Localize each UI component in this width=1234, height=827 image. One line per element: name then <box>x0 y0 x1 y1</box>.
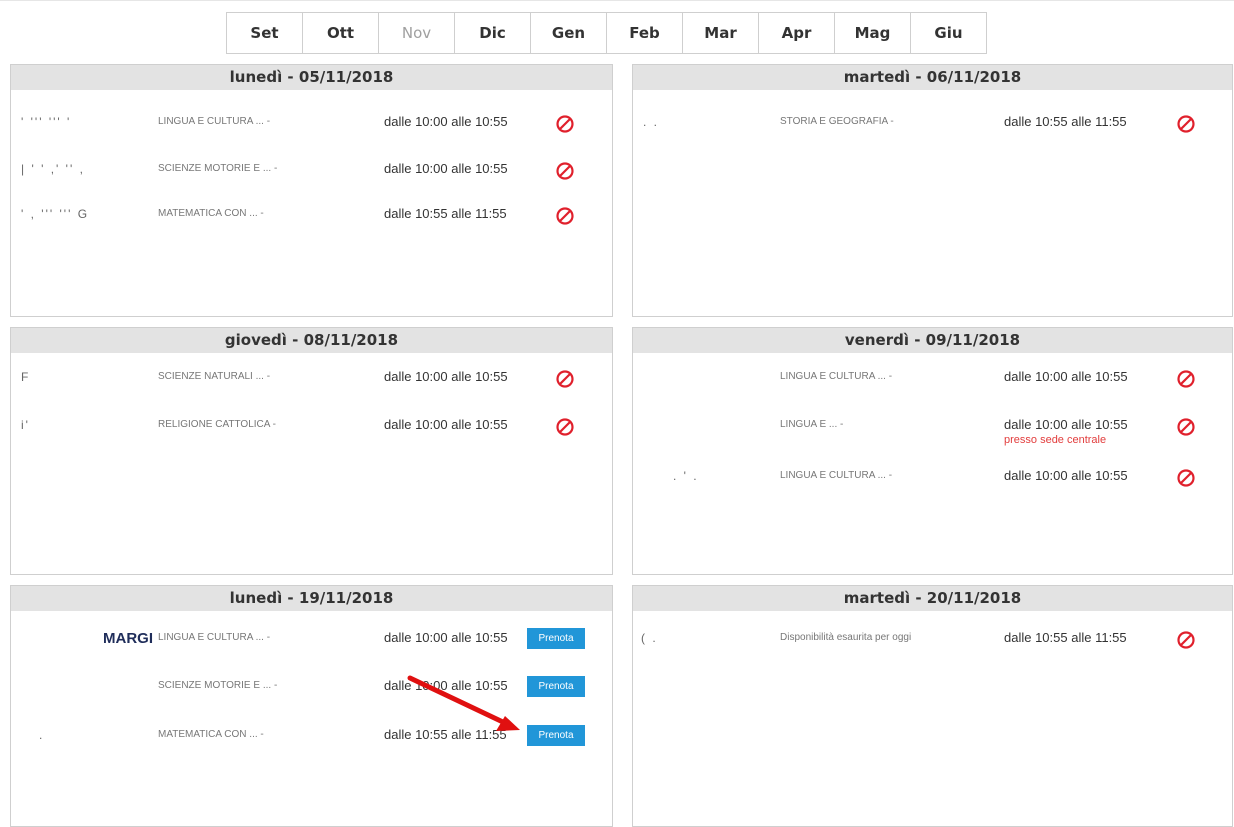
unavailable-icon <box>556 162 574 180</box>
subject-label: LINGUA E CULTURA ... - <box>158 632 271 643</box>
subject-label: MATEMATICA CON ... - <box>158 208 264 219</box>
lesson-slot: . MATEMATICA CON ... - dalle 10:55 alle … <box>11 725 612 768</box>
unavailable-icon <box>1177 469 1195 487</box>
teacher-name: . . <box>643 115 660 129</box>
unavailable-icon <box>1177 370 1195 388</box>
time-range: dalle 10:00 alle 10:55 <box>1004 468 1128 483</box>
time-range: dalle 10:00 alle 10:55 <box>384 630 508 645</box>
month-selector: Set Ott Nov Dic Gen Feb Mar Apr Mag Giu <box>226 12 987 56</box>
lesson-slot: F SCIENZE NATURALI ... - dalle 10:00 all… <box>11 369 612 410</box>
time-range: dalle 10:00 alle 10:55 <box>384 369 508 384</box>
lesson-slot: ' ''' ''' ' LINGUA E CULTURA ... - dalle… <box>11 114 612 155</box>
time-range: dalle 10:55 alle 11:55 <box>1004 114 1127 129</box>
teacher-name: F <box>21 370 31 384</box>
subject-label: RELIGIONE CATTOLICA - <box>158 419 276 430</box>
teacher-name: . <box>39 728 45 742</box>
lesson-slot: . . STORIA E GEOGRAFIA - dalle 10:55 all… <box>633 114 1232 155</box>
availability-message: Disponibilità esaurita per oggi <box>780 632 912 643</box>
teacher-name: MARGI <box>103 630 153 647</box>
lesson-slot: ( . Disponibilità esaurita per oggi dall… <box>633 630 1232 671</box>
subject-label: SCIENZE NATURALI ... - <box>158 371 271 382</box>
time-range: dalle 10:55 alle 11:55 <box>384 206 507 221</box>
teacher-name: ' ''' ''' ' <box>21 115 72 129</box>
month-tab-ott[interactable]: Ott <box>302 12 379 54</box>
day-header: giovedì - 08/11/2018 <box>11 328 612 353</box>
teacher-name: ' , ''' ''' G <box>21 207 90 221</box>
month-tab-dic[interactable]: Dic <box>454 12 531 54</box>
time-range: dalle 10:55 alle 11:55 <box>384 727 507 742</box>
lesson-slot: SCIENZE MOTORIE E ... - dalle 10:00 alle… <box>11 676 612 719</box>
month-tab-mag[interactable]: Mag <box>834 12 911 54</box>
book-button[interactable]: Prenota <box>527 628 585 649</box>
day-header: lunedì - 05/11/2018 <box>11 65 612 90</box>
time-range: dalle 10:00 alle 10:55 <box>1004 417 1128 432</box>
month-tab-apr[interactable]: Apr <box>758 12 835 54</box>
day-card: venerdì - 09/11/2018 LINGUA E CULTURA ..… <box>632 327 1233 575</box>
lesson-slot: ' , ''' ''' G MATEMATICA CON ... - dalle… <box>11 206 612 247</box>
month-tab-set[interactable]: Set <box>226 12 303 54</box>
top-divider <box>0 0 1234 1</box>
subject-label: LINGUA E CULTURA ... - <box>780 470 893 481</box>
teacher-name: | ' ' ,' '' , <box>21 162 85 176</box>
month-tab-mar[interactable]: Mar <box>682 12 759 54</box>
teacher-name: . ' . <box>673 469 699 483</box>
book-button[interactable]: Prenota <box>527 676 585 697</box>
lesson-slot: LINGUA E CULTURA ... - dalle 10:00 alle … <box>633 369 1232 410</box>
month-tab-feb[interactable]: Feb <box>606 12 683 54</box>
lesson-slot: . ' . LINGUA E CULTURA ... - dalle 10:00… <box>633 468 1232 509</box>
day-card: martedì - 20/11/2018 ( . Disponibilità e… <box>632 585 1233 827</box>
unavailable-icon <box>556 115 574 133</box>
subject-label: SCIENZE MOTORIE E ... - <box>158 163 278 174</box>
subject-label: LINGUA E CULTURA ... - <box>780 371 893 382</box>
teacher-name: ( . <box>641 631 658 645</box>
time-range: dalle 10:00 alle 10:55 <box>384 114 508 129</box>
month-tab-gen[interactable]: Gen <box>530 12 607 54</box>
day-header: martedì - 06/11/2018 <box>633 65 1232 90</box>
time-range: dalle 10:00 alle 10:55 <box>384 678 508 693</box>
subject-label: LINGUA E ... - <box>780 419 844 430</box>
unavailable-icon <box>1177 418 1195 436</box>
day-header: martedì - 20/11/2018 <box>633 586 1232 611</box>
month-tab-nov[interactable]: Nov <box>378 12 455 54</box>
subject-label: STORIA E GEOGRAFIA - <box>780 116 894 127</box>
time-range: dalle 10:00 alle 10:55 <box>1004 369 1128 384</box>
month-tab-giu[interactable]: Giu <box>910 12 987 54</box>
teacher-name: i' <box>21 418 30 432</box>
day-card: martedì - 06/11/2018 . . STORIA E GEOGRA… <box>632 64 1233 317</box>
location-note: presso sede centrale <box>1004 434 1107 446</box>
unavailable-icon <box>1177 631 1195 649</box>
day-card: giovedì - 08/11/2018 F SCIENZE NATURALI … <box>10 327 613 575</box>
unavailable-icon <box>556 418 574 436</box>
unavailable-icon <box>556 207 574 225</box>
unavailable-icon <box>1177 115 1195 133</box>
lesson-slot: | ' ' ,' '' , SCIENZE MOTORIE E ... - da… <box>11 161 612 202</box>
subject-label: MATEMATICA CON ... - <box>158 729 264 740</box>
time-range: dalle 10:00 alle 10:55 <box>384 417 508 432</box>
day-card: lunedì - 05/11/2018 ' ''' ''' ' LINGUA E… <box>10 64 613 317</box>
unavailable-icon <box>556 370 574 388</box>
time-range: dalle 10:55 alle 11:55 <box>1004 630 1127 645</box>
day-header: venerdì - 09/11/2018 <box>633 328 1232 353</box>
lesson-slot: i' RELIGIONE CATTOLICA - dalle 10:00 all… <box>11 417 612 458</box>
day-card: lunedì - 19/11/2018 MARGI LINGUA E CULTU… <box>10 585 613 827</box>
book-button[interactable]: Prenota <box>527 725 585 746</box>
time-range: dalle 10:00 alle 10:55 <box>384 161 508 176</box>
lesson-slot: MARGI LINGUA E CULTURA ... - dalle 10:00… <box>11 628 612 671</box>
subject-label: SCIENZE MOTORIE E ... - <box>158 680 278 691</box>
day-header: lunedì - 19/11/2018 <box>11 586 612 611</box>
lesson-slot: LINGUA E ... - dalle 10:00 alle 10:55 pr… <box>633 417 1232 458</box>
subject-label: LINGUA E CULTURA ... - <box>158 116 271 127</box>
